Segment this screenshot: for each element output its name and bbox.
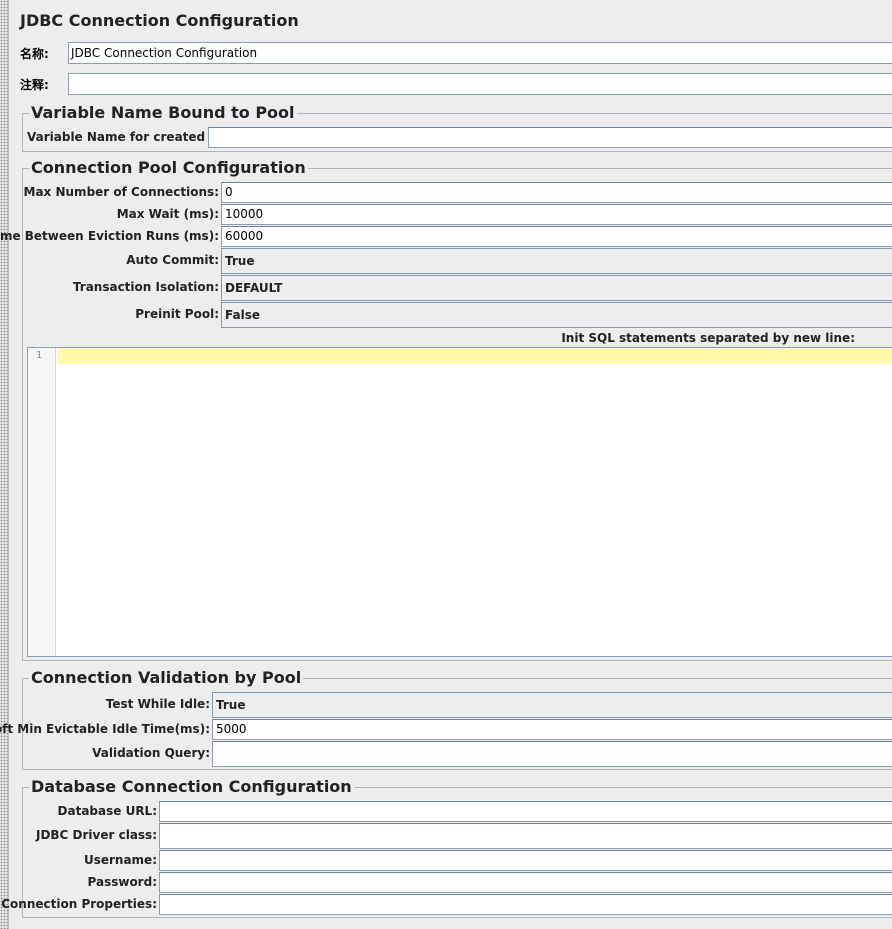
splitter-handle[interactable] [0,0,9,929]
validation-query-label: Validation Query: [92,746,210,760]
soft-min-idle-input[interactable]: 5000 [212,719,892,740]
transaction-isolation-select[interactable]: DEFAULT [221,275,892,301]
database-url-input[interactable] [159,801,892,822]
test-while-idle-label: Test While Idle: [105,697,210,711]
jdbc-driver-input[interactable] [159,823,892,849]
password-input[interactable] [159,872,892,893]
preinit-pool-select[interactable]: False [221,302,892,328]
comment-input[interactable] [68,73,892,95]
preinit-pool-label: Preinit Pool: [135,307,219,321]
username-label: Username: [83,853,157,867]
auto-commit-label: Auto Commit: [126,253,219,267]
variable-name-group-title: Variable Name Bound to Pool [29,103,297,123]
database-url-label: Database URL: [57,804,157,818]
comment-label: 注释: [20,78,49,92]
validation-query-input[interactable] [212,741,892,767]
page-title: JDBC Connection Configuration [20,11,299,30]
editor-gutter: 1 [28,348,56,656]
database-connection-group-title: Database Connection Configuration [29,777,354,797]
init-sql-editor[interactable]: 1 [27,347,892,657]
init-sql-label: Init SQL statements separated by new lin… [561,331,855,345]
connection-properties-label: Connection Properties: [1,897,157,911]
max-wait-label: Max Wait (ms): [116,207,219,221]
connection-properties-input[interactable] [159,894,892,915]
transaction-isolation-label: Transaction Isolation: [72,280,219,294]
auto-commit-select[interactable]: True [221,248,892,274]
variable-name-input[interactable] [208,127,892,148]
name-input[interactable]: JDBC Connection Configuration [68,42,892,64]
name-label: 名称: [20,47,49,61]
connection-pool-group-title: Connection Pool Configuration [29,158,308,178]
jdbc-driver-label: JDBC Driver class: [35,828,157,842]
eviction-runs-input[interactable]: 60000 [221,226,892,247]
soft-min-idle-label: Soft Min Evictable Idle Time(ms): [0,722,210,736]
test-while-idle-select[interactable]: True [212,692,892,718]
max-connections-label: Max Number of Connections: [23,185,219,199]
current-line-highlight [57,349,892,364]
max-connections-input[interactable]: 0 [221,182,892,203]
username-input[interactable] [159,850,892,871]
line-number: 1 [36,350,43,361]
max-wait-input[interactable]: 10000 [221,204,892,225]
eviction-runs-label: Time Between Eviction Runs (ms): [0,229,219,243]
password-label: Password: [87,875,158,889]
connection-validation-group-title: Connection Validation by Pool [29,668,304,688]
